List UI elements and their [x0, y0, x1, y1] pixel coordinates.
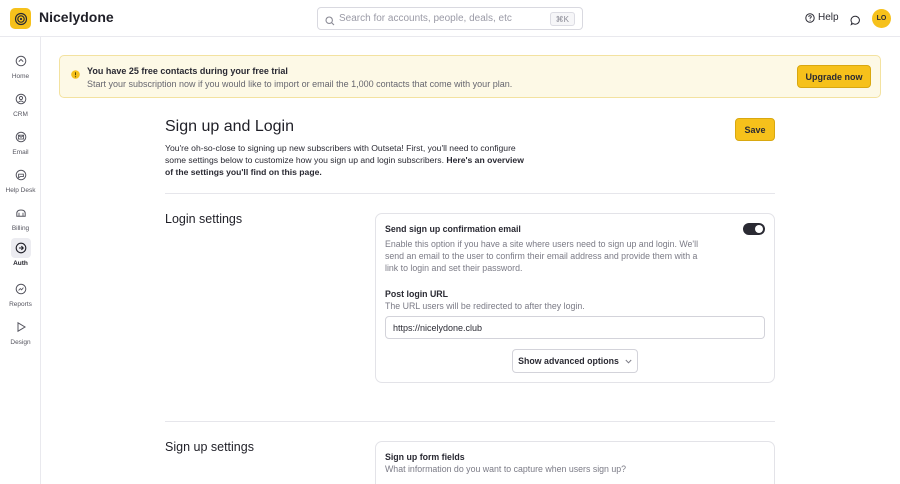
advanced-options-label: Show advanced options	[518, 356, 619, 366]
help-circle-icon	[805, 12, 815, 23]
login-settings-title: Login settings	[165, 212, 243, 226]
email-icon	[11, 127, 31, 147]
sidebar-item-billing[interactable]: Billing	[0, 203, 41, 232]
confirm-email-description: Enable this option if you have a site wh…	[385, 239, 699, 273]
sidebar-item-crm[interactable]: CRM	[0, 89, 41, 118]
brand-name: Nicelydone	[39, 9, 114, 25]
banner-text: Start your subscription now if you would…	[87, 79, 513, 89]
search-placeholder: Search for accounts, people, deals, etc	[339, 13, 512, 24]
search-shortcut-badge: ⌘K	[549, 12, 575, 26]
help-label: Help	[818, 12, 839, 23]
app-logo[interactable]	[10, 8, 31, 29]
save-button[interactable]: Save	[735, 118, 775, 141]
search-icon	[325, 13, 335, 31]
help-desk-icon	[11, 165, 31, 185]
post-login-url-description: The URL users will be redirected to afte…	[385, 301, 585, 311]
reports-icon	[11, 279, 31, 299]
sidebar-item-home[interactable]: Home	[0, 51, 41, 80]
billing-icon	[11, 203, 31, 223]
chat-icon[interactable]	[850, 13, 861, 31]
sidebar: Home CRM Email Help Desk Billing Auth Re…	[0, 37, 41, 484]
user-avatar[interactable]: LO	[872, 9, 891, 28]
signup-form-fields-description: What information do you want to capture …	[385, 464, 627, 474]
signup-form-fields-title: Sign up form fields	[385, 452, 465, 462]
global-search[interactable]: Search for accounts, people, deals, etc …	[317, 7, 583, 30]
auth-icon	[10, 238, 31, 258]
sidebar-item-help-desk[interactable]: Help Desk	[0, 165, 41, 194]
chevron-down-icon	[625, 356, 632, 366]
sidebar-item-email[interactable]: Email	[0, 127, 41, 156]
confirm-email-title: Send sign up confirmation email	[385, 224, 521, 234]
page-title: Sign up and Login	[165, 118, 294, 135]
logo-spiral-icon	[14, 12, 27, 25]
help-button[interactable]: Help	[805, 12, 839, 23]
post-login-url-title: Post login URL	[385, 289, 449, 299]
page-intro: You're oh-so-close to signing up new sub…	[165, 142, 525, 178]
upgrade-now-button[interactable]: Upgrade now	[797, 65, 871, 88]
sidebar-item-design[interactable]: Design	[0, 317, 41, 346]
sidebar-item-reports[interactable]: Reports	[0, 279, 41, 308]
confirm-email-toggle[interactable]	[743, 223, 765, 235]
post-login-url-input[interactable]	[385, 316, 765, 339]
crm-icon	[11, 89, 31, 109]
top-bar: Nicelydone Search for accounts, people, …	[0, 0, 900, 37]
signup-settings-title: Sign up settings	[165, 440, 254, 454]
show-advanced-options-button[interactable]: Show advanced options	[512, 349, 638, 373]
trial-banner: You have 25 free contacts during your fr…	[59, 55, 881, 98]
warning-icon	[71, 66, 80, 84]
section-divider	[165, 421, 775, 422]
toggle-knob	[755, 225, 763, 233]
sidebar-item-auth[interactable]: Auth	[0, 238, 41, 267]
section-divider	[165, 193, 775, 194]
banner-title: You have 25 free contacts during your fr…	[87, 66, 288, 76]
home-icon	[11, 51, 31, 71]
design-icon	[11, 317, 31, 337]
